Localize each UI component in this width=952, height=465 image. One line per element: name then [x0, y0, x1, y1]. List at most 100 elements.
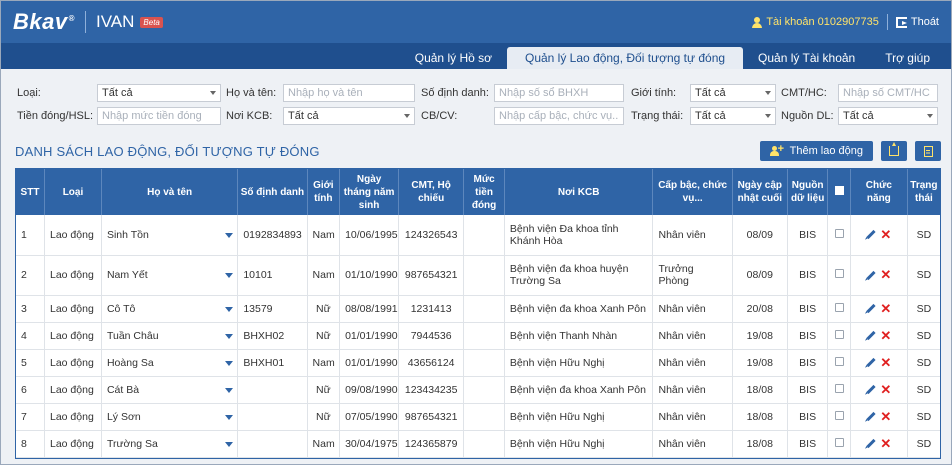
add-worker-button[interactable]: Thêm lao động — [759, 141, 873, 161]
noi-kcb-label: Nơi KCB: — [226, 110, 273, 122]
row-checkbox[interactable] — [834, 383, 844, 393]
tien-dong-input[interactable] — [97, 107, 221, 125]
cell-ngay-sinh: 08/08/1991 — [339, 295, 400, 323]
edit-icon[interactable] — [866, 439, 876, 449]
cell-loai: Lao động — [44, 255, 102, 296]
export-button[interactable] — [881, 141, 907, 161]
select-all-checkbox[interactable] — [834, 185, 844, 195]
table-row[interactable]: 3 Lao động Cô Tô 13579 Nữ 08/08/1991 1231413 Bệ… — [16, 295, 940, 323]
so-dinh-danh-input[interactable] — [494, 84, 624, 102]
row-checkbox[interactable] — [834, 356, 844, 366]
edit-icon[interactable] — [866, 412, 876, 422]
edit-icon[interactable] — [866, 270, 876, 280]
logout-icon — [895, 16, 907, 28]
cell-muc-tien — [463, 322, 505, 350]
tab-ho-so[interactable]: Quản lý Hồ sơ — [400, 47, 507, 69]
delete-icon[interactable]: ✕ — [880, 356, 891, 369]
cell-noi-kcb: Bệnh viện đa khoa Xanh Pôn — [504, 376, 654, 404]
table-row[interactable]: 6 Lao động Cát Bà Nữ 09/08/1990 123434235 Bệnh… — [16, 376, 940, 404]
row-checkbox[interactable] — [834, 269, 844, 278]
table-row[interactable]: 2 Lao động Nam Yết 10101 Nam 01/10/1990 987654… — [16, 255, 940, 296]
cell-cap-bac: Trưởng Phòng — [652, 255, 733, 296]
edit-icon[interactable] — [866, 358, 876, 368]
edit-icon[interactable] — [866, 230, 876, 240]
edit-icon[interactable] — [866, 304, 876, 314]
cell-select — [827, 430, 851, 458]
dropdown-arrow-icon[interactable] — [225, 273, 234, 278]
edit-icon[interactable] — [866, 385, 876, 395]
cell-muc-tien — [463, 376, 505, 404]
cell-so-dinh-danh: 10101 — [237, 255, 308, 296]
delete-icon[interactable]: ✕ — [880, 410, 891, 423]
nguon-dl-select[interactable]: Tất cả — [838, 107, 938, 125]
row-checkbox[interactable] — [834, 329, 844, 339]
cell-loai: Lao động — [44, 403, 102, 431]
delete-icon[interactable]: ✕ — [880, 437, 891, 450]
table-row[interactable]: 1 Lao động Sinh Tồn 0192834893 Nam 10/06/1995… — [16, 215, 940, 256]
dropdown-arrow-icon[interactable] — [225, 387, 234, 393]
gioi-tinh-select[interactable]: Tất cả — [690, 84, 776, 102]
cell-ho-ten[interactable]: Cát Bà — [101, 376, 239, 404]
dropdown-arrow-icon[interactable] — [225, 232, 234, 238]
ho-ten-label: Họ và tên: — [226, 87, 277, 99]
table-row[interactable]: 5 Lao động Hoàng Sa BHXH01 Nam 01/01/1990 4365… — [16, 349, 940, 377]
delete-icon[interactable]: ✕ — [880, 268, 891, 281]
cell-gioi-tinh: Nữ — [307, 322, 341, 350]
cell-nguon: BIS — [787, 430, 829, 458]
table-row[interactable]: 8 Lao động Trường Sa Nam 30/04/1975 124365879… — [16, 430, 940, 458]
cell-cmt: 987654321 — [398, 403, 465, 431]
cell-ho-ten[interactable]: Cô Tô — [101, 295, 239, 323]
cell-ho-ten[interactable]: Sinh Tồn — [101, 215, 239, 256]
noi-kcb-select[interactable]: Tất cả — [283, 107, 415, 125]
delete-icon[interactable]: ✕ — [880, 329, 891, 342]
cell-ngay-sinh: 01/10/1990 — [339, 255, 400, 296]
cell-actions: ✕ — [850, 349, 908, 377]
cell-nguon: BIS — [787, 403, 829, 431]
cell-ho-ten[interactable]: Hoàng Sa — [101, 349, 239, 377]
row-checkbox[interactable] — [834, 302, 844, 312]
document-button[interactable] — [915, 141, 941, 161]
cell-trang-thai: SD — [907, 430, 940, 458]
table-row[interactable]: 7 Lao động Lý Sơn Nữ 07/05/1990 987654321 Bệnh… — [16, 403, 940, 431]
cell-ho-ten[interactable]: Tuần Châu — [101, 322, 239, 350]
dropdown-arrow-icon[interactable] — [225, 441, 234, 447]
cell-noi-kcb: Bệnh viện đa khoa huyện Trường Sa — [504, 255, 654, 296]
cell-gioi-tinh: Nữ — [307, 295, 341, 323]
tab-lao-dong[interactable]: Quản lý Lao động, Đối tượng tự đóng — [506, 47, 744, 69]
col-cmt: CMT, Hộ chiếu — [398, 169, 465, 215]
tab-tro-giup[interactable]: Trợ giúp — [870, 47, 945, 69]
chevron-down-icon — [210, 91, 216, 95]
dropdown-arrow-icon[interactable] — [225, 360, 234, 366]
logout-button[interactable]: Thoát — [895, 16, 939, 28]
delete-icon[interactable]: ✕ — [880, 228, 891, 241]
dropdown-arrow-icon[interactable] — [225, 333, 234, 339]
col-stt: STT — [16, 169, 45, 215]
cell-cmt: 987654321 — [398, 255, 465, 296]
cell-so-dinh-danh — [237, 376, 308, 404]
cmt-input[interactable] — [838, 84, 938, 102]
cell-ho-ten[interactable]: Lý Sơn — [101, 403, 239, 431]
ho-ten-input[interactable] — [283, 84, 415, 102]
loai-select[interactable]: Tất cả — [97, 84, 221, 102]
col-chuc-nang: Chức năng — [850, 169, 908, 215]
cell-ngay-sinh: 09/08/1990 — [339, 376, 400, 404]
dropdown-arrow-icon[interactable] — [225, 414, 234, 420]
row-checkbox[interactable] — [834, 228, 844, 238]
cmt-label: CMT/HC: — [781, 87, 827, 99]
table-row[interactable]: 4 Lao động Tuần Châu BHXH02 Nữ 01/01/1990 7944… — [16, 322, 940, 350]
dropdown-arrow-icon[interactable] — [225, 306, 234, 312]
cell-ngay-sinh: 07/05/1990 — [339, 403, 400, 431]
delete-icon[interactable]: ✕ — [880, 383, 891, 396]
edit-icon[interactable] — [866, 331, 876, 341]
cell-ho-ten[interactable]: Nam Yết — [101, 255, 239, 296]
row-checkbox[interactable] — [834, 437, 844, 447]
cell-ho-ten[interactable]: Trường Sa — [101, 430, 239, 458]
cb-cv-input[interactable] — [494, 107, 624, 125]
cell-loai: Lao động — [44, 215, 102, 256]
row-checkbox[interactable] — [834, 410, 844, 420]
delete-icon[interactable]: ✕ — [880, 302, 891, 315]
account-link[interactable]: Tài khoản 0102907735 — [752, 16, 879, 28]
tab-tai-khoan[interactable]: Quản lý Tài khoản — [743, 47, 870, 69]
trang-thai-select[interactable]: Tất cả — [690, 107, 776, 125]
cell-actions: ✕ — [850, 295, 908, 323]
